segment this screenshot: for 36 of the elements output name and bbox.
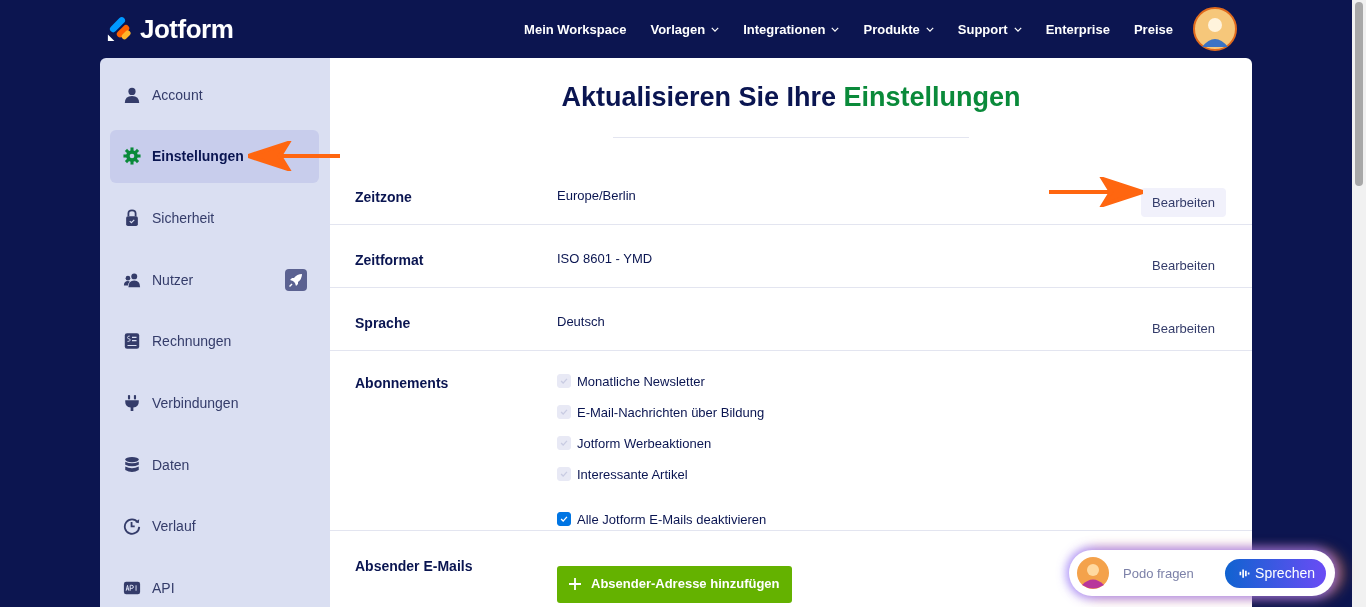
setting-label: Zeitformat: [355, 250, 425, 268]
nav-link[interactable]: Mein Workspace: [524, 21, 627, 37]
sidebar-item[interactable]: Verlauf: [110, 499, 319, 553]
nav-link[interactable]: Preise: [1133, 21, 1173, 37]
sidebar-item[interactable]: Account: [110, 68, 319, 121]
setting-label: Zeitzone: [355, 187, 413, 205]
sidebar-item[interactable]: Nutzer: [110, 253, 319, 307]
checkbox-label: Alle Jotform E-Mails deaktivieren: [577, 511, 767, 527]
nav-link[interactable]: Vorlagen: [650, 21, 720, 37]
checkbox-label: Monatliche Newsletter: [577, 373, 705, 389]
nav-link[interactable]: Produkte: [863, 21, 934, 37]
checkbox-label: Jotform Werbeaktionen: [577, 435, 712, 451]
sidebar-item[interactable]: Sicherheit: [110, 191, 319, 245]
brand-name[interactable]: Jotform: [140, 13, 234, 45]
edit-button[interactable]: Bearbeiten: [1141, 187, 1226, 217]
setting-label: Abonnements: [355, 373, 450, 391]
setting-value: Deutsch: [557, 313, 605, 329]
checkbox-label: Interessante Artikel: [577, 466, 688, 482]
sidebar-item[interactable]: Einstellungen: [110, 129, 319, 183]
edit-button[interactable]: Bearbeiten: [1141, 250, 1226, 280]
sidebar-item[interactable]: Rechnungen: [110, 314, 319, 368]
sidebar-item[interactable]: Daten: [110, 438, 319, 492]
setting-label: Absender E-Mails: [355, 557, 474, 575]
ask-field[interactable]: Podo fragen: [1123, 565, 1194, 581]
nav-link[interactable]: Support: [957, 21, 1022, 37]
speak-button[interactable]: Sprechen: [1225, 558, 1326, 588]
nav-link[interactable]: Integrationen: [743, 21, 840, 37]
sidebar-item[interactable]: API: [110, 561, 319, 607]
page-title: Aktualisieren Sie Ihre Einstellungen: [560, 82, 1022, 113]
setting-value: Europe/Berlin: [557, 187, 636, 203]
sidebar-item[interactable]: Verbindungen: [110, 376, 319, 430]
nav-link[interactable]: Enterprise: [1045, 21, 1110, 37]
setting-label: Sprache: [355, 313, 412, 331]
edit-button[interactable]: Bearbeiten: [1141, 313, 1226, 343]
setting-value: ISO 8601 - YMD: [557, 250, 653, 266]
checkbox-label: E-Mail-Nachrichten über Bildung: [577, 404, 765, 420]
